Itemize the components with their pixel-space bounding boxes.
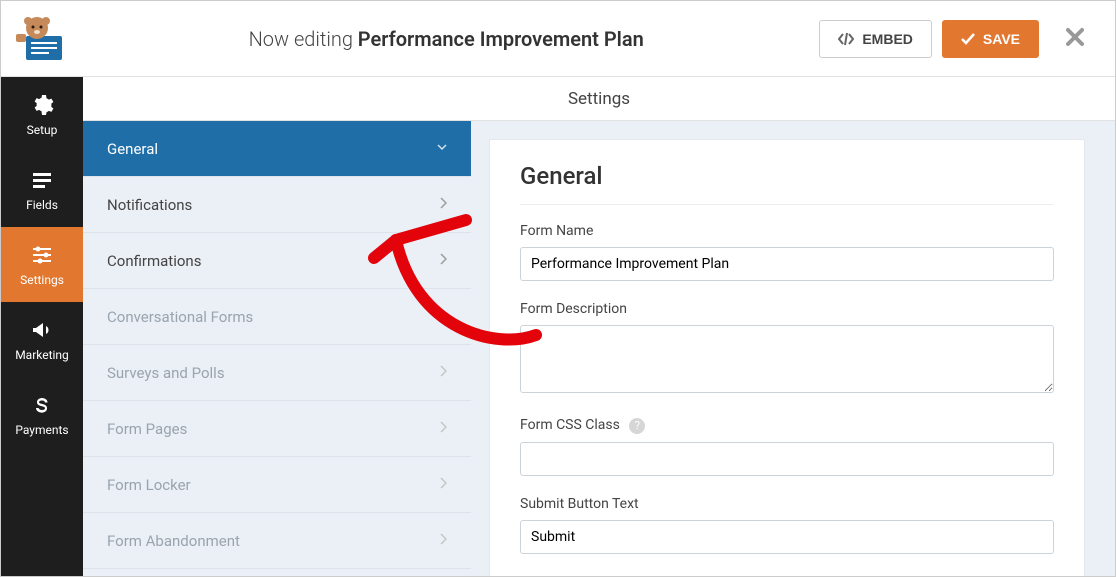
nav-setup[interactable]: Setup	[1, 77, 83, 152]
settings-item-label: Surveys and Polls	[107, 364, 225, 382]
form-css-class-label: Form CSS Class ?	[520, 417, 1054, 434]
chevron-right-icon	[439, 533, 447, 549]
submit-text-label: Submit Button Text	[520, 496, 1054, 512]
save-button-label: SAVE	[983, 31, 1020, 47]
nav-payments[interactable]: Payments	[1, 377, 83, 452]
sliders-icon	[30, 243, 54, 267]
form-description-label: Form Description	[520, 301, 1054, 317]
embed-button-label: EMBED	[862, 31, 913, 47]
now-editing-label: Now editing	[249, 27, 353, 51]
bullhorn-icon	[30, 318, 54, 342]
save-button[interactable]: SAVE	[942, 20, 1039, 58]
chevron-right-icon	[439, 421, 447, 437]
help-icon[interactable]: ?	[629, 418, 645, 434]
nav-settings[interactable]: Settings	[1, 227, 83, 302]
settings-item-label: Notifications	[107, 196, 192, 214]
settings-item-confirmations[interactable]: Confirmations	[83, 233, 471, 289]
gear-icon	[30, 93, 54, 117]
nav-marketing[interactable]: Marketing	[1, 302, 83, 377]
form-name-label: Form Name	[520, 223, 1054, 239]
settings-item-surveys-polls[interactable]: Surveys and Polls	[83, 345, 471, 401]
app-logo	[1, 1, 83, 77]
nav-label: Marketing	[15, 348, 69, 362]
settings-item-label: Confirmations	[107, 252, 201, 270]
label-text: Form CSS Class	[520, 417, 620, 433]
close-icon	[1065, 27, 1085, 47]
submit-text-input[interactable]	[520, 520, 1054, 554]
settings-item-general[interactable]: General	[83, 121, 471, 177]
settings-item-label: General	[107, 140, 158, 158]
settings-item-conversational-forms[interactable]: Conversational Forms	[83, 289, 471, 345]
nav-label: Fields	[26, 198, 58, 212]
nav-label: Setup	[27, 123, 58, 137]
settings-header: Settings	[83, 77, 1115, 121]
chevron-right-icon	[439, 253, 447, 269]
chevron-right-icon	[439, 365, 447, 381]
close-button[interactable]	[1053, 27, 1097, 51]
embed-icon	[838, 32, 854, 46]
dollar-icon	[30, 393, 54, 417]
settings-item-label: Form Abandonment	[107, 532, 240, 550]
settings-item-form-pages[interactable]: Form Pages	[83, 401, 471, 457]
chevron-right-icon	[439, 309, 447, 325]
settings-item-form-abandonment[interactable]: Form Abandonment	[83, 513, 471, 569]
settings-list: General Notifications Confirmations	[83, 121, 471, 576]
left-nav: Setup Fields Settings Marketing Pa	[1, 77, 83, 576]
general-heading: General	[520, 162, 1054, 205]
editing-form-name: Performance Improvement Plan	[358, 27, 644, 51]
nav-fields[interactable]: Fields	[1, 152, 83, 227]
settings-item-notifications[interactable]: Notifications	[83, 177, 471, 233]
chevron-right-icon	[439, 197, 447, 213]
check-icon	[961, 33, 975, 45]
wpforms-logo-icon	[14, 14, 70, 64]
form-name-input[interactable]	[520, 247, 1054, 281]
settings-item-label: Form Locker	[107, 476, 191, 494]
page-title: Now editing Performance Improvement Plan	[83, 27, 809, 51]
embed-button[interactable]: EMBED	[819, 20, 932, 58]
form-css-class-input[interactable]	[520, 442, 1054, 476]
nav-label: Settings	[20, 273, 64, 287]
settings-item-label: Conversational Forms	[107, 308, 253, 326]
fields-icon	[30, 168, 54, 192]
nav-label: Payments	[15, 423, 68, 437]
chevron-down-icon	[437, 141, 447, 156]
settings-item-label: Form Pages	[107, 420, 187, 438]
chevron-right-icon	[439, 477, 447, 493]
form-description-textarea[interactable]	[520, 325, 1054, 393]
settings-item-form-locker[interactable]: Form Locker	[83, 457, 471, 513]
general-settings-card: General Form Name Form Description Form …	[489, 139, 1085, 576]
top-bar: Now editing Performance Improvement Plan…	[1, 1, 1115, 77]
